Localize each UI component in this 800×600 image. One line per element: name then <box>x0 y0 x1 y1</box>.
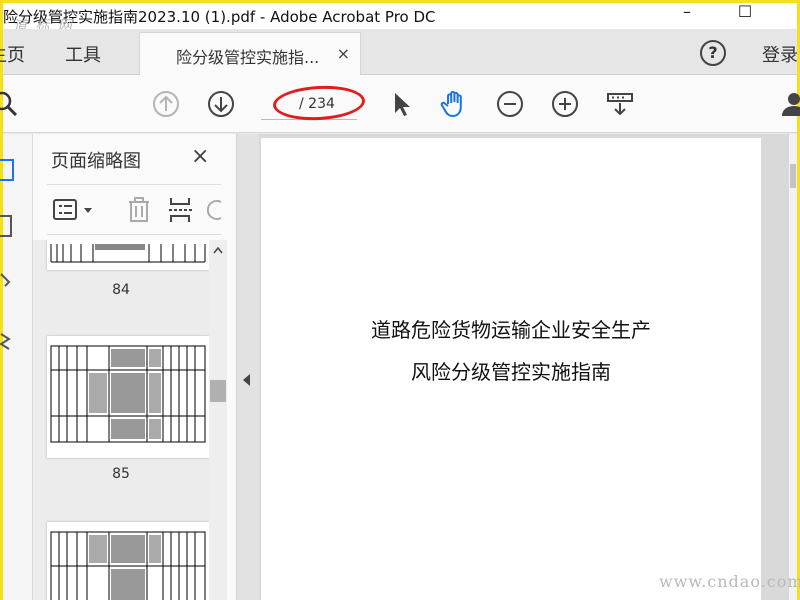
rotate-page-icon[interactable] <box>207 198 225 222</box>
user-icon[interactable] <box>779 89 800 119</box>
hand-tool-icon[interactable] <box>439 89 469 119</box>
thumbnail-list: 84 85 <box>33 240 209 600</box>
watermark-bottom: www.cndao.com <box>659 572 800 591</box>
maximize-button[interactable]: ☐ <box>725 3 765 25</box>
thumbnail-page-85[interactable] <box>47 336 209 458</box>
document-view[interactable]: 道路危险货物运输企业安全生产 风险分级管控实施指南 <box>259 134 797 600</box>
thumbnail-options-icon[interactable] <box>52 197 96 223</box>
page-down-icon[interactable] <box>206 89 236 119</box>
page-thumbnails-icon[interactable] <box>0 158 17 182</box>
thumbnail-scrollbar[interactable] <box>209 240 227 600</box>
thumbnail-label-84: 84 <box>112 282 130 298</box>
left-nav-rail <box>0 134 33 600</box>
search-icon[interactable] <box>0 89 21 119</box>
page-up-icon[interactable] <box>151 89 181 119</box>
scroll-up-icon[interactable] <box>213 246 223 254</box>
toolbar: / 234 <box>0 75 800 133</box>
thumbnail-scroll-thumb[interactable] <box>210 380 226 402</box>
panel-title: 页面缩略图 <box>51 151 141 172</box>
document-page: 道路危险货物运输企业安全生产 风险分级管控实施指南 <box>261 138 761 600</box>
minimize-button[interactable]: – <box>667 3 707 25</box>
zoom-in-icon[interactable] <box>550 89 580 119</box>
panel-collapse-handle[interactable] <box>237 134 259 600</box>
zoom-out-icon[interactable] <box>495 89 525 119</box>
tab-close-button[interactable]: × <box>337 44 350 63</box>
collapse-left-icon[interactable] <box>243 374 251 386</box>
delete-page-icon[interactable] <box>125 196 153 224</box>
tab-home[interactable]: 主页 <box>0 41 25 67</box>
attachments-icon[interactable] <box>0 270 17 290</box>
title-bar: 险分级管控实施指南2023.10 (1).pdf - Adobe Acrobat… <box>3 3 797 29</box>
thumbnail-85-preview <box>50 345 206 443</box>
document-title-line-1: 道路危险货物运输企业安全生产 <box>371 318 651 342</box>
document-title-line-2: 风险分级管控实施指南 <box>411 360 611 384</box>
document-scroll-thumb[interactable] <box>790 164 796 188</box>
select-arrow-icon[interactable] <box>387 89 417 119</box>
tab-document[interactable]: 险分级管控实施指... × <box>139 32 361 75</box>
panel-close-button[interactable]: × <box>191 144 209 169</box>
thumbnail-page-86[interactable] <box>47 522 209 600</box>
panel-toolbar <box>47 194 227 224</box>
tab-bar: 主页 工具 险分级管控实施指... × ? 登录 <box>0 29 798 75</box>
thumbnail-label-85: 85 <box>112 466 130 482</box>
thumbnail-panel: 页面缩略图 × 84 85 <box>33 134 237 600</box>
tab-document-label: 险分级管控实施指... <box>176 48 320 67</box>
insert-page-icon[interactable] <box>167 196 195 224</box>
panel-divider-2 <box>47 234 221 235</box>
fit-page-icon[interactable] <box>605 89 635 119</box>
thumbnail-page-84[interactable] <box>47 240 209 270</box>
login-link[interactable]: 登录 <box>762 41 798 67</box>
tab-tools[interactable]: 工具 <box>65 41 101 67</box>
layers-icon[interactable] <box>0 330 17 354</box>
document-scrollbar[interactable] <box>789 134 797 600</box>
bookmarks-icon[interactable] <box>0 214 17 238</box>
help-icon[interactable]: ? <box>700 40 726 66</box>
thumbnail-84-preview <box>50 244 206 263</box>
panel-divider <box>47 184 221 185</box>
thumbnail-86-preview <box>50 531 206 600</box>
